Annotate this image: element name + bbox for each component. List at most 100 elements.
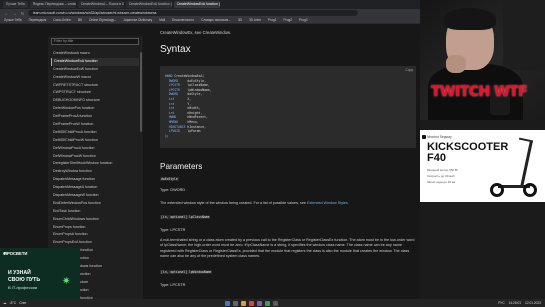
bookmark-item[interactable]: Online Etymology... [89,18,116,22]
lead-text: CreateWindowEx, see CreateWindow. [160,30,231,35]
parameters-heading: Parameters [160,162,203,171]
explorer-icon[interactable] [241,300,246,306]
code-identifier: X, [187,97,192,101]
toc-item[interactable]: DispatchMessageA function [51,184,139,192]
clock-time[interactable]: 14:25:01 [509,301,521,305]
toc-item[interactable]: DeferWindowPos function [51,105,139,113]
bookmark-item[interactable]: ВК [78,18,82,22]
main-content: CreateWindowEx, see CreateWindow. Syntax… [160,24,418,299]
toc-item[interactable]: DispatchMessageW function [51,192,139,200]
toc-item[interactable]: DestroyWindow function [51,168,139,176]
bookmark-item[interactable]: Prog3 [299,18,308,22]
bookmark-item[interactable]: Словарь японских... [201,18,231,22]
toc-item[interactable]: CreateWindowA macro [51,50,139,58]
browser-tab-active[interactable]: CreateWindowExA function (win [173,1,220,8]
toc-item[interactable]: DefMDIChildProcW function [51,137,139,145]
scooter-ad[interactable]: Ninebot Segway KICKSCOOTER F40 Мощный мо… [420,130,545,202]
code-identifier: lpParam [187,129,201,134]
code-type: DWORD [165,92,188,97]
search-icon[interactable] [233,300,238,306]
toc-item[interactable]: DEBUGHOOKINFO structure [51,97,139,105]
toc-item[interactable]: DeregisterShellHookWindow function [51,160,139,168]
toc-item[interactable]: DefMDIChildProcA function [51,129,139,137]
browser-tab[interactable]: Лучше Тебя [3,1,28,8]
code-line: int X, [165,97,191,101]
bookmark-item[interactable]: Бесконечность [172,18,194,22]
url-input[interactable]: learn.microsoft.com/ru-ru/windows/win32/… [28,10,358,16]
bookmark-item[interactable]: Prog2 [284,18,293,22]
code-line: HWND hWndParent, [165,115,208,119]
bookmark-item[interactable]: Сиси-Online [53,18,71,22]
streamer-hair [444,8,496,30]
scooter-stem [520,140,533,188]
bookmark-item[interactable]: Лучше Тебя [4,18,22,22]
weather-temp: -8°C [9,301,17,305]
bookmark-item[interactable]: Japanese Dictionary [123,18,152,22]
weather-widget[interactable]: ☁ -8°C Снег [0,301,27,305]
toc-item[interactable]: CWPSTRUCT structure [51,89,139,97]
ad-title-line: F40 [427,152,446,164]
bookmark-item[interactable]: 3D Anim [249,18,261,22]
code-line: DWORD dwExStyle, [165,79,206,83]
toc-item[interactable]: EnumPropsExA function [51,239,139,247]
toc-item[interactable]: DefWindowProcA function [51,145,139,153]
chrome-icon[interactable] [249,300,254,306]
toc-item[interactable]: EnumChildWindows function [51,216,139,224]
toc-item[interactable]: DispatchMessage function [51,176,139,184]
ad-brand: Ninebot Segway [427,135,452,139]
code-type: LPVOID [165,129,188,134]
visual-studio-icon[interactable] [257,300,262,306]
language-indicator[interactable]: РУС [498,301,504,305]
weather-desc: Снег [19,301,27,305]
toc-item[interactable]: EndTask function [51,208,139,216]
code-identifier: Y, [187,101,192,106]
promo-brand: ПРОСВЕТИ [4,251,28,256]
browser-tab[interactable]: CreateWindowA – Поиск в Google [77,1,124,8]
code-type: int [165,101,188,106]
obs-icon[interactable] [273,300,278,306]
app-icon[interactable] [265,300,270,306]
code-identifier: hInstance, [187,124,206,129]
code-line: LPCSTR lpWindowName, [165,88,212,92]
bookmark-item[interactable]: 3D [238,18,242,22]
toc-item[interactable]: DefFrameProcW function [51,121,139,129]
ad-title: KICKSCOOTER F40 [427,142,508,164]
code-identifier: ); [165,133,169,138]
browser-tab[interactable]: CreateWindowExA function (win [125,1,172,8]
bookmark-item[interactable]: Mail [159,18,165,22]
toc-item[interactable]: EndDeferWindowPos function [51,200,139,208]
code-identifier: lpClassName, [187,83,210,88]
promo-line: И УЗНАЙ [8,270,31,276]
toc-item[interactable]: CreateWindowExW function [51,66,139,74]
toc-item[interactable]: DefWindowProcW function [51,153,139,161]
ad-feature: Мощный мотор 350 Вт [427,168,459,172]
browser-tab[interactable]: Яндекс.Переводчик – словари [29,1,76,8]
code-line: HINSTANCE hInstance, [165,125,206,129]
ad-feature: Запас хода до 40 км [427,180,456,184]
start-icon[interactable] [225,300,230,306]
bookmark-item[interactable]: Prog1 [268,18,277,22]
clock-date[interactable]: 12.01.2023 [525,301,541,305]
code-type: LPCSTR [165,83,188,88]
toc-item[interactable]: CreateWindowExA function [51,57,139,66]
toc-item[interactable]: EnumProps function [51,224,139,232]
forward-icon[interactable]: → [12,11,17,16]
copy-button[interactable]: Copy [406,68,413,72]
sidebar-scrollbar[interactable] [140,52,142,132]
param-name: [in, optional] lpWindowName [160,270,213,274]
promo-banner[interactable]: ПРОСВЕТИ И УЗНАЙ СВОЮ ПУТЬ В IT-професси… [0,248,80,299]
filter-input[interactable]: Filter by title [51,38,139,45]
back-icon[interactable]: ← [4,11,9,16]
code-identifier: lpWindowName, [187,87,212,92]
reload-icon[interactable]: ↻ [20,11,25,16]
toc-item[interactable]: EnumPropsA function [51,231,139,239]
toc-item[interactable]: CreateWindowW macro [51,74,139,82]
param-description: The extended window style of the window … [160,201,418,206]
scooter-wheel [490,183,504,197]
toc-item[interactable]: DefFrameProcA function [51,113,139,121]
bookmark-item[interactable]: Переводчик [29,18,47,22]
extended-styles-link[interactable]: Extended Window Styles. [307,201,349,205]
toc-item[interactable]: CWPRETSTRUCT structure [51,82,139,90]
code-line: int Y, [165,102,191,106]
code-type: HWND [165,74,175,78]
